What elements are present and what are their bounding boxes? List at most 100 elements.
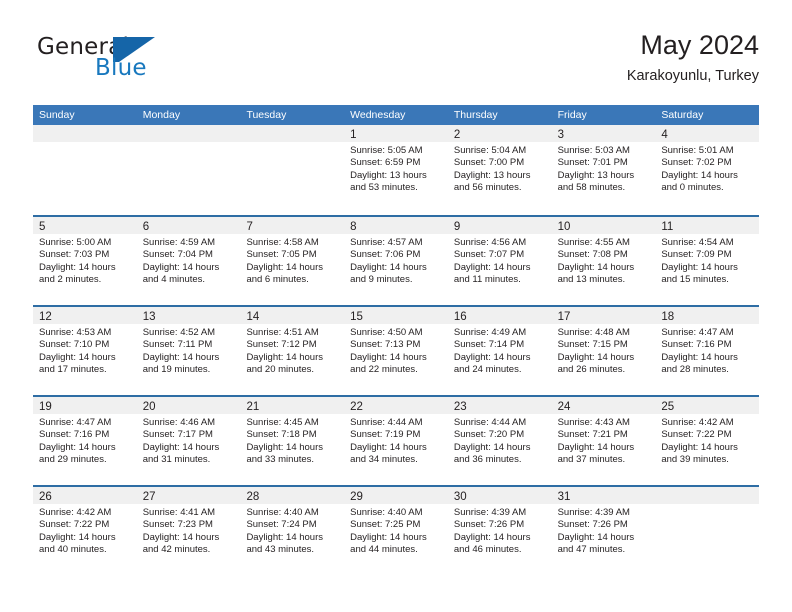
daylight-text-line2: and 15 minutes.	[661, 274, 729, 286]
day-details: Sunrise: 4:56 AM Sunset: 7:07 PM Daylight:…	[448, 234, 552, 287]
sunset-text: Sunset: 7:13 PM	[350, 339, 421, 351]
sunset-text: Sunset: 7:26 PM	[557, 519, 628, 531]
date-band: 13	[136, 307, 241, 324]
daylight-text-line1: Daylight: 14 hours	[453, 441, 531, 453]
calendar-week-row: 12 Sunrise: 4:53 AM Sunset: 7:10 PM Dayligh…	[33, 305, 760, 395]
calendar-day-cell[interactable]: 9 Sunrise: 4:56 AM Sunset: 7:07 PM Daylight…	[447, 217, 552, 305]
sunset-text: Sunset: 7:23 PM	[142, 519, 213, 531]
calendar-day-cell[interactable]: 15 Sunrise: 4:50 AM Sunset: 7:13 PM Dayligh…	[344, 307, 448, 395]
daylight-text-line1: Daylight: 14 hours	[246, 531, 324, 543]
sunrise-text: Sunrise: 4:59 AM	[142, 237, 216, 248]
location-subtitle: Karakoyunlu, Turkey	[626, 68, 759, 84]
day-details: Sunrise: 4:39 AM Sunset: 7:26 PM Daylight:…	[448, 504, 552, 557]
calendar-day-cell[interactable]: 5 Sunrise: 5:00 AM Sunset: 7:03 PM Daylight…	[33, 217, 137, 305]
day-details: Sunrise: 4:50 AM Sunset: 7:13 PM Daylight:…	[344, 324, 448, 377]
sunset-text: Sunset: 7:10 PM	[39, 339, 110, 351]
sunrise-text: Sunrise: 4:54 AM	[661, 237, 734, 248]
sunrise-text: Sunrise: 4:50 AM	[350, 327, 423, 338]
sunrise-text: Sunrise: 4:40 AM	[350, 507, 423, 518]
calendar-day-cell[interactable]: 11 Sunrise: 4:54 AM Sunset: 7:09 PM Dayligh…	[655, 217, 760, 305]
date-band	[136, 125, 241, 142]
date-band: 9	[447, 217, 552, 234]
sunrise-text: Sunrise: 4:46 AM	[142, 417, 216, 428]
day-number: 13	[142, 311, 156, 323]
weekday-header-saturday: Saturday	[661, 109, 704, 121]
daylight-text-line1: Daylight: 14 hours	[142, 531, 220, 543]
day-number: 20	[142, 401, 156, 413]
sunrise-text: Sunrise: 5:01 AM	[661, 145, 734, 156]
daylight-text-line2: and 46 minutes.	[453, 544, 522, 556]
brand-logo[interactable]: General Blue	[37, 34, 277, 90]
calendar-week-row: 26 Sunrise: 4:42 AM Sunset: 7:22 PM Dayligh…	[33, 485, 760, 575]
daylight-text-line1: Daylight: 14 hours	[661, 169, 738, 181]
sunrise-text: Sunrise: 4:41 AM	[142, 507, 216, 518]
calendar-day-cell[interactable]: 7 Sunrise: 4:58 AM Sunset: 7:05 PM Daylight…	[240, 217, 345, 305]
calendar-day-cell[interactable]: 12 Sunrise: 4:53 AM Sunset: 7:10 PM Dayligh…	[33, 307, 137, 395]
calendar-day-cell[interactable]: 29 Sunrise: 4:40 AM Sunset: 7:25 PM Dayligh…	[344, 487, 448, 575]
calendar-day-cell[interactable]: 21 Sunrise: 4:45 AM Sunset: 7:18 PM Dayligh…	[240, 397, 345, 485]
weekday-header-thursday: Thursday	[453, 109, 498, 121]
calendar-day-cell[interactable]: 3 Sunrise: 5:03 AM Sunset: 7:01 PM Daylight…	[551, 125, 656, 215]
day-number: 28	[246, 491, 260, 503]
daylight-text-line2: and 28 minutes.	[661, 364, 729, 376]
date-band: 10	[551, 217, 656, 234]
day-number: 19	[39, 401, 52, 413]
date-band: 27	[136, 487, 241, 504]
daylight-text-line1: Daylight: 14 hours	[350, 531, 427, 543]
calendar-day-cell[interactable]: 13 Sunrise: 4:52 AM Sunset: 7:11 PM Dayligh…	[136, 307, 241, 395]
calendar-day-cell[interactable]: 26 Sunrise: 4:42 AM Sunset: 7:22 PM Dayligh…	[33, 487, 137, 575]
calendar-day-cell[interactable]: 6 Sunrise: 4:59 AM Sunset: 7:04 PM Daylight…	[136, 217, 241, 305]
date-band: 15	[344, 307, 448, 324]
calendar-day-cell[interactable]: 8 Sunrise: 4:57 AM Sunset: 7:06 PM Daylight…	[344, 217, 448, 305]
day-details: Sunrise: 4:55 AM Sunset: 7:08 PM Daylight:…	[552, 234, 656, 287]
calendar-day-cell[interactable]: 24 Sunrise: 4:43 AM Sunset: 7:21 PM Dayligh…	[551, 397, 656, 485]
calendar-day-cell[interactable]: 2 Sunrise: 5:04 AM Sunset: 7:00 PM Daylight…	[447, 125, 552, 215]
daylight-text-line1: Daylight: 14 hours	[557, 441, 635, 453]
daylight-text-line1: Daylight: 14 hours	[557, 261, 635, 273]
daylight-text-line2: and 19 minutes.	[142, 364, 211, 376]
day-number: 26	[39, 491, 52, 503]
calendar-day-cell[interactable]: 14 Sunrise: 4:51 AM Sunset: 7:12 PM Dayligh…	[240, 307, 345, 395]
calendar-day-cell[interactable]: 10 Sunrise: 4:55 AM Sunset: 7:08 PM Dayligh…	[551, 217, 656, 305]
daylight-text-line2: and 6 minutes.	[246, 274, 309, 286]
calendar-day-cell[interactable]: 30 Sunrise: 4:39 AM Sunset: 7:26 PM Dayligh…	[447, 487, 552, 575]
sunset-text: Sunset: 7:26 PM	[453, 519, 525, 531]
calendar-day-cell[interactable]: 17 Sunrise: 4:48 AM Sunset: 7:15 PM Dayligh…	[551, 307, 656, 395]
sunrise-text: Sunrise: 5:05 AM	[350, 145, 423, 156]
date-band	[655, 487, 760, 504]
calendar-day-cell[interactable]: 28 Sunrise: 4:40 AM Sunset: 7:24 PM Dayligh…	[240, 487, 345, 575]
daylight-text-line2: and 43 minutes.	[246, 544, 315, 556]
calendar-day-cell[interactable]: 23 Sunrise: 4:44 AM Sunset: 7:20 PM Dayligh…	[447, 397, 552, 485]
calendar-day-cell[interactable]: 18 Sunrise: 4:47 AM Sunset: 7:16 PM Dayligh…	[655, 307, 760, 395]
sunset-text: Sunset: 7:01 PM	[557, 157, 628, 169]
daylight-text-line1: Daylight: 13 hours	[453, 169, 531, 181]
calendar-day-cell[interactable]: 31 Sunrise: 4:39 AM Sunset: 7:26 PM Dayligh…	[551, 487, 656, 575]
calendar-day-cell[interactable]: 16 Sunrise: 4:49 AM Sunset: 7:14 PM Dayligh…	[447, 307, 552, 395]
day-details: Sunrise: 4:42 AM Sunset: 7:22 PM Daylight:…	[33, 504, 137, 557]
day-details: Sunrise: 4:40 AM Sunset: 7:25 PM Daylight:…	[344, 504, 448, 557]
calendar-day-cell[interactable]: 20 Sunrise: 4:46 AM Sunset: 7:17 PM Dayligh…	[136, 397, 241, 485]
daylight-text-line2: and 40 minutes.	[39, 544, 107, 556]
calendar-day-cell[interactable]: 1 Sunrise: 5:05 AM Sunset: 6:59 PM Daylight…	[344, 125, 448, 215]
daylight-text-line2: and 17 minutes.	[39, 364, 107, 376]
sunset-text: Sunset: 6:59 PM	[350, 157, 421, 169]
calendar-day-cell[interactable]: 27 Sunrise: 4:41 AM Sunset: 7:23 PM Dayligh…	[136, 487, 241, 575]
calendar-day-cell-empty	[240, 125, 345, 215]
sunrise-text: Sunrise: 4:49 AM	[453, 327, 527, 338]
daylight-text-line1: Daylight: 14 hours	[661, 441, 738, 453]
calendar-day-cell[interactable]: 4 Sunrise: 5:01 AM Sunset: 7:02 PM Daylight…	[655, 125, 760, 215]
calendar-day-cell[interactable]: 19 Sunrise: 4:47 AM Sunset: 7:16 PM Dayligh…	[33, 397, 137, 485]
day-details: Sunrise: 5:00 AM Sunset: 7:03 PM Daylight:…	[33, 234, 137, 287]
day-number: 14	[246, 311, 260, 323]
date-band: 19	[33, 397, 137, 414]
calendar-day-cell[interactable]: 22 Sunrise: 4:44 AM Sunset: 7:19 PM Dayligh…	[344, 397, 448, 485]
daylight-text-line1: Daylight: 14 hours	[453, 351, 531, 363]
day-number: 25	[661, 401, 675, 413]
calendar-day-cell-empty	[655, 487, 760, 575]
calendar-day-cell[interactable]: 25 Sunrise: 4:42 AM Sunset: 7:22 PM Dayligh…	[655, 397, 760, 485]
sunrise-text: Sunrise: 5:00 AM	[39, 237, 112, 248]
sunrise-text: Sunrise: 4:57 AM	[350, 237, 423, 248]
calendar-day-cell-empty	[136, 125, 241, 215]
daylight-text-line1: Daylight: 14 hours	[142, 351, 220, 363]
date-band: 20	[136, 397, 241, 414]
